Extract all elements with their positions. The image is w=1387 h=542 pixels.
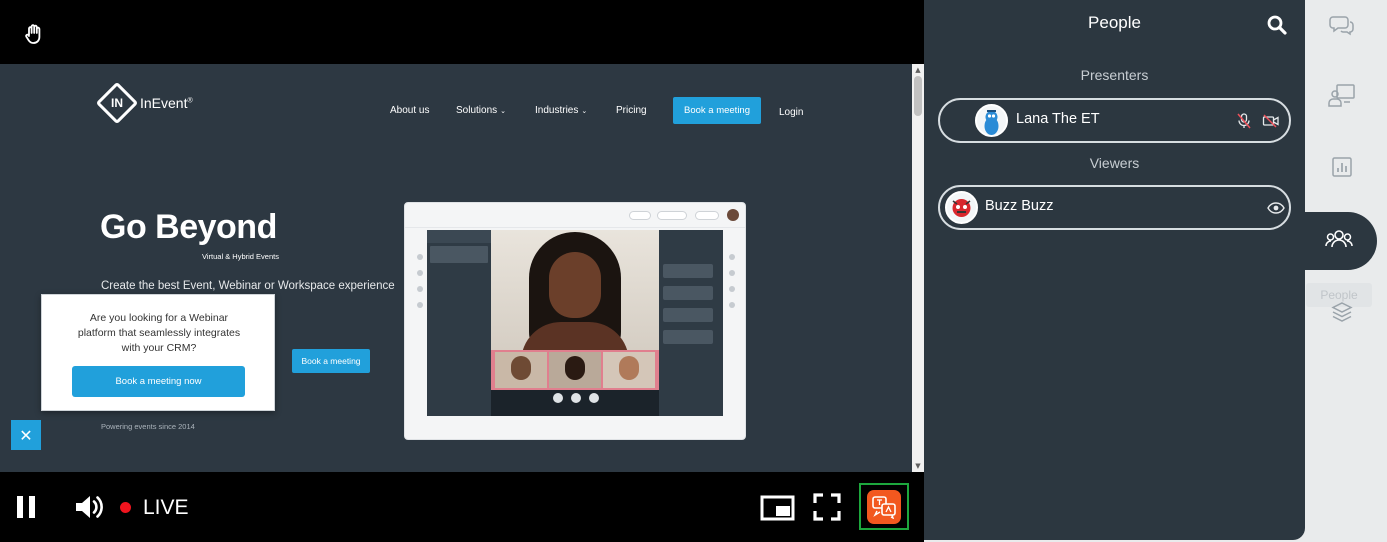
chat-icon[interactable] <box>1325 10 1359 40</box>
live-indicator-dot <box>120 502 131 513</box>
shared-screen: IN InEvent® About us Solutions ⌄ Industri… <box>0 64 924 472</box>
stream-scrollbar: ▲ ▼ <box>912 64 924 472</box>
viewer-row[interactable]: Buzz Buzz <box>938 185 1291 230</box>
raise-hand-icon[interactable] <box>22 22 46 46</box>
product-screenshot <box>404 202 746 440</box>
live-label: LIVE <box>143 496 189 519</box>
nav-solutions: Solutions ⌄ <box>456 105 507 116</box>
translation-button[interactable] <box>859 483 909 530</box>
people-panel: People Presenters Lana The ET Viewers Bu… <box>924 0 1305 540</box>
inevent-logo: IN InEvent® <box>95 81 193 125</box>
viewer-name: Buzz Buzz <box>985 198 1054 214</box>
popup-book-meeting-button: Book a meeting now <box>72 366 245 397</box>
cta-popup: Are you looking for a Webinar platform t… <box>41 294 275 411</box>
hero-book-meeting-button: Book a meeting <box>292 349 370 373</box>
nav-industries: Industries ⌄ <box>535 105 588 116</box>
player-top-bar <box>0 0 924 64</box>
player-controls: LIVE <box>0 472 924 542</box>
video-player: IN InEvent® About us Solutions ⌄ Industri… <box>0 0 924 542</box>
pause-button[interactable] <box>15 496 39 520</box>
popup-text: Are you looking for a Webinar platform t… <box>77 312 241 354</box>
picture-in-picture-icon[interactable] <box>760 494 795 522</box>
nav-pricing: Pricing <box>616 105 647 116</box>
rail-people-tab[interactable] <box>1293 212 1377 270</box>
hero-title: Go Beyond <box>100 208 277 246</box>
presenters-heading: Presenters <box>1080 67 1149 83</box>
hero-description: Create the best Event, Webinar or Worksp… <box>101 280 395 292</box>
avatar <box>975 104 1008 137</box>
popup-close-icon: ✕ <box>11 420 41 450</box>
mock-video-call <box>491 230 659 416</box>
presenter-name: Lana The ET <box>1016 111 1100 127</box>
viewers-heading: Viewers <box>1089 155 1140 171</box>
camera-off-icon <box>1262 113 1280 129</box>
people-icon <box>1325 227 1353 258</box>
volume-icon[interactable] <box>72 490 106 524</box>
layers-icon[interactable] <box>1325 297 1359 327</box>
nav-login: Login <box>779 107 804 118</box>
powered-since-text: Powering events since 2014 <box>101 422 195 431</box>
translate-icon <box>867 489 901 524</box>
nav-about-us: About us <box>390 105 430 116</box>
side-rail <box>1305 0 1387 542</box>
nav-book-meeting-button: Book a meeting <box>673 97 761 124</box>
panel-title: People <box>1088 13 1141 32</box>
poll-chart-icon[interactable] <box>1325 152 1359 182</box>
mic-muted-icon <box>1235 113 1253 129</box>
fullscreen-icon[interactable] <box>812 492 842 522</box>
hero-subtitle: Virtual & Hybrid Events <box>202 252 279 261</box>
presenter-row[interactable]: Lana The ET <box>938 98 1291 143</box>
eye-icon <box>1267 201 1285 217</box>
avatar <box>945 191 978 224</box>
search-icon[interactable] <box>1266 14 1288 36</box>
presentation-icon[interactable] <box>1325 80 1359 110</box>
